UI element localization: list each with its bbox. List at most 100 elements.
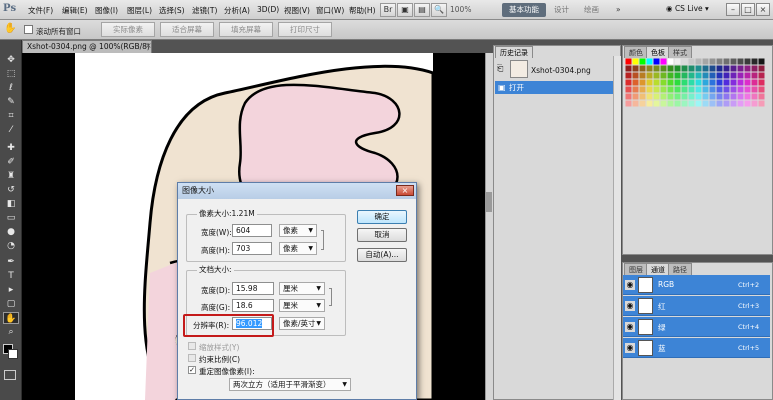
doc-width-unit-select[interactable]: 厘米 ▼ xyxy=(279,282,325,295)
menu-view[interactable]: 视图(V) xyxy=(284,5,310,16)
quick-select-icon[interactable]: ✎ xyxy=(3,96,19,108)
workspace-painting[interactable]: 绘画 xyxy=(578,3,605,17)
swatch-cell[interactable] xyxy=(653,100,660,107)
zoom-level-icon[interactable]: 🔍 xyxy=(431,3,447,17)
swatch-cell[interactable] xyxy=(632,65,639,72)
swatch-cell[interactable] xyxy=(702,79,709,86)
swatch-cell[interactable] xyxy=(632,100,639,107)
fill-screen-button[interactable]: 填充屏幕 xyxy=(219,22,273,37)
swatch-cell[interactable] xyxy=(695,72,702,79)
swatch-cell[interactable] xyxy=(702,58,709,65)
guides-icon[interactable]: ▤ xyxy=(414,3,430,17)
tab-layers[interactable]: 图层 xyxy=(624,263,648,275)
swatch-cell[interactable] xyxy=(674,86,681,93)
clone-stamp-icon[interactable]: ♜ xyxy=(3,170,19,182)
path-select-icon[interactable]: ▸ xyxy=(3,284,19,296)
swatch-cell[interactable] xyxy=(730,93,737,100)
swatch-cell[interactable] xyxy=(737,79,744,86)
swatch-cell[interactable] xyxy=(688,65,695,72)
eyedropper-icon[interactable]: ⁄ xyxy=(3,124,19,136)
swatch-cell[interactable] xyxy=(716,79,723,86)
height-unit-select[interactable]: 像素 ▼ xyxy=(279,242,317,255)
swatch-cell[interactable] xyxy=(639,65,646,72)
swatch-cell[interactable] xyxy=(716,93,723,100)
swatch-cell[interactable] xyxy=(681,58,688,65)
swatch-cell[interactable] xyxy=(653,72,660,79)
swatch-cell[interactable] xyxy=(646,79,653,86)
tab-styles[interactable]: 样式 xyxy=(668,46,692,58)
swatch-cell[interactable] xyxy=(758,58,765,65)
swatch-cell[interactable] xyxy=(723,93,730,100)
swatch-cell[interactable] xyxy=(681,79,688,86)
eye-icon[interactable]: ◉ xyxy=(625,280,635,290)
width-input[interactable]: 604 xyxy=(232,224,272,237)
tab-channels[interactable]: 通道 xyxy=(646,263,670,275)
swatch-cell[interactable] xyxy=(730,100,737,107)
blur-tool-icon[interactable]: ● xyxy=(3,226,19,238)
minimize-button[interactable]: – xyxy=(726,3,740,16)
swatch-cell[interactable] xyxy=(625,79,632,86)
swatch-cell[interactable] xyxy=(730,65,737,72)
crop-tool-icon[interactable]: ⌗ xyxy=(3,110,19,122)
swatch-cell[interactable] xyxy=(639,79,646,86)
swatch-cell[interactable] xyxy=(667,100,674,107)
menu-edit[interactable]: 编辑(E) xyxy=(62,5,88,16)
gradient-icon[interactable]: ▭ xyxy=(3,212,19,224)
swatch-cell[interactable] xyxy=(681,93,688,100)
swatch-cell[interactable] xyxy=(632,93,639,100)
channel-row[interactable]: ◉ 蓝 Ctrl+5 xyxy=(623,338,770,358)
swatch-cell[interactable] xyxy=(730,58,737,65)
swatch-cell[interactable] xyxy=(758,100,765,107)
swatch-cell[interactable] xyxy=(751,79,758,86)
swatch-cell[interactable] xyxy=(737,65,744,72)
history-snapshot-thumbnail[interactable] xyxy=(510,60,528,78)
swatch-cell[interactable] xyxy=(709,58,716,65)
swatch-cell[interactable] xyxy=(674,65,681,72)
resolution-unit-select[interactable]: 像素/英寸 ▼ xyxy=(279,317,325,330)
menu-filter[interactable]: 滤镜(T) xyxy=(192,5,217,16)
swatch-cell[interactable] xyxy=(646,72,653,79)
eye-icon[interactable]: ◉ xyxy=(625,301,635,311)
ok-button[interactable]: 确定 xyxy=(357,210,407,224)
swatch-cell[interactable] xyxy=(681,65,688,72)
swatch-cell[interactable] xyxy=(625,93,632,100)
lasso-tool-icon[interactable]: ℓ xyxy=(3,82,19,94)
swatch-cell[interactable] xyxy=(625,72,632,79)
move-tool-icon[interactable]: ✥ xyxy=(3,54,19,66)
cs-live[interactable]: ◉ CS Live ▾ xyxy=(666,4,709,13)
swatch-cell[interactable] xyxy=(660,100,667,107)
channel-row[interactable]: ◉ 红 Ctrl+3 xyxy=(623,296,770,316)
bridge-icon[interactable]: Br xyxy=(380,3,396,17)
swatch-cell[interactable] xyxy=(702,100,709,107)
swatch-cell[interactable] xyxy=(751,100,758,107)
minibridge-icon[interactable]: ▣ xyxy=(397,3,413,17)
channel-row[interactable]: ◉ 绿 Ctrl+4 xyxy=(623,317,770,337)
eye-icon[interactable]: ◉ xyxy=(625,343,635,353)
swatch-cell[interactable] xyxy=(639,58,646,65)
swatch-cell[interactable] xyxy=(646,65,653,72)
menu-help[interactable]: 帮助(H) xyxy=(349,5,376,16)
resample-method-select[interactable]: 两次立方（适用于平滑渐变） ▼ xyxy=(229,378,351,391)
swatch-cell[interactable] xyxy=(702,72,709,79)
swatch-cell[interactable] xyxy=(674,93,681,100)
swatch-cell[interactable] xyxy=(667,79,674,86)
swatch-cell[interactable] xyxy=(744,79,751,86)
shape-tool-icon[interactable]: ▢ xyxy=(3,298,19,310)
scrollbar-thumb[interactable] xyxy=(486,192,492,212)
history-scrollbar[interactable] xyxy=(613,56,621,400)
swatch-cell[interactable] xyxy=(625,58,632,65)
doc-width-input[interactable]: 15.98 xyxy=(232,282,274,295)
swatch-cell[interactable] xyxy=(751,86,758,93)
swatch-cell[interactable] xyxy=(751,93,758,100)
workspace-more[interactable]: » xyxy=(610,3,627,17)
swatch-cell[interactable] xyxy=(744,86,751,93)
swatch-cell[interactable] xyxy=(688,79,695,86)
close-window-button[interactable]: × xyxy=(756,3,770,16)
menu-analysis[interactable]: 分析(A) xyxy=(224,5,250,16)
swatch-cell[interactable] xyxy=(625,86,632,93)
swatch-cell[interactable] xyxy=(751,65,758,72)
swatch-cell[interactable] xyxy=(723,58,730,65)
swatch-cell[interactable] xyxy=(695,65,702,72)
swatch-cell[interactable] xyxy=(702,86,709,93)
swatch-cell[interactable] xyxy=(681,100,688,107)
